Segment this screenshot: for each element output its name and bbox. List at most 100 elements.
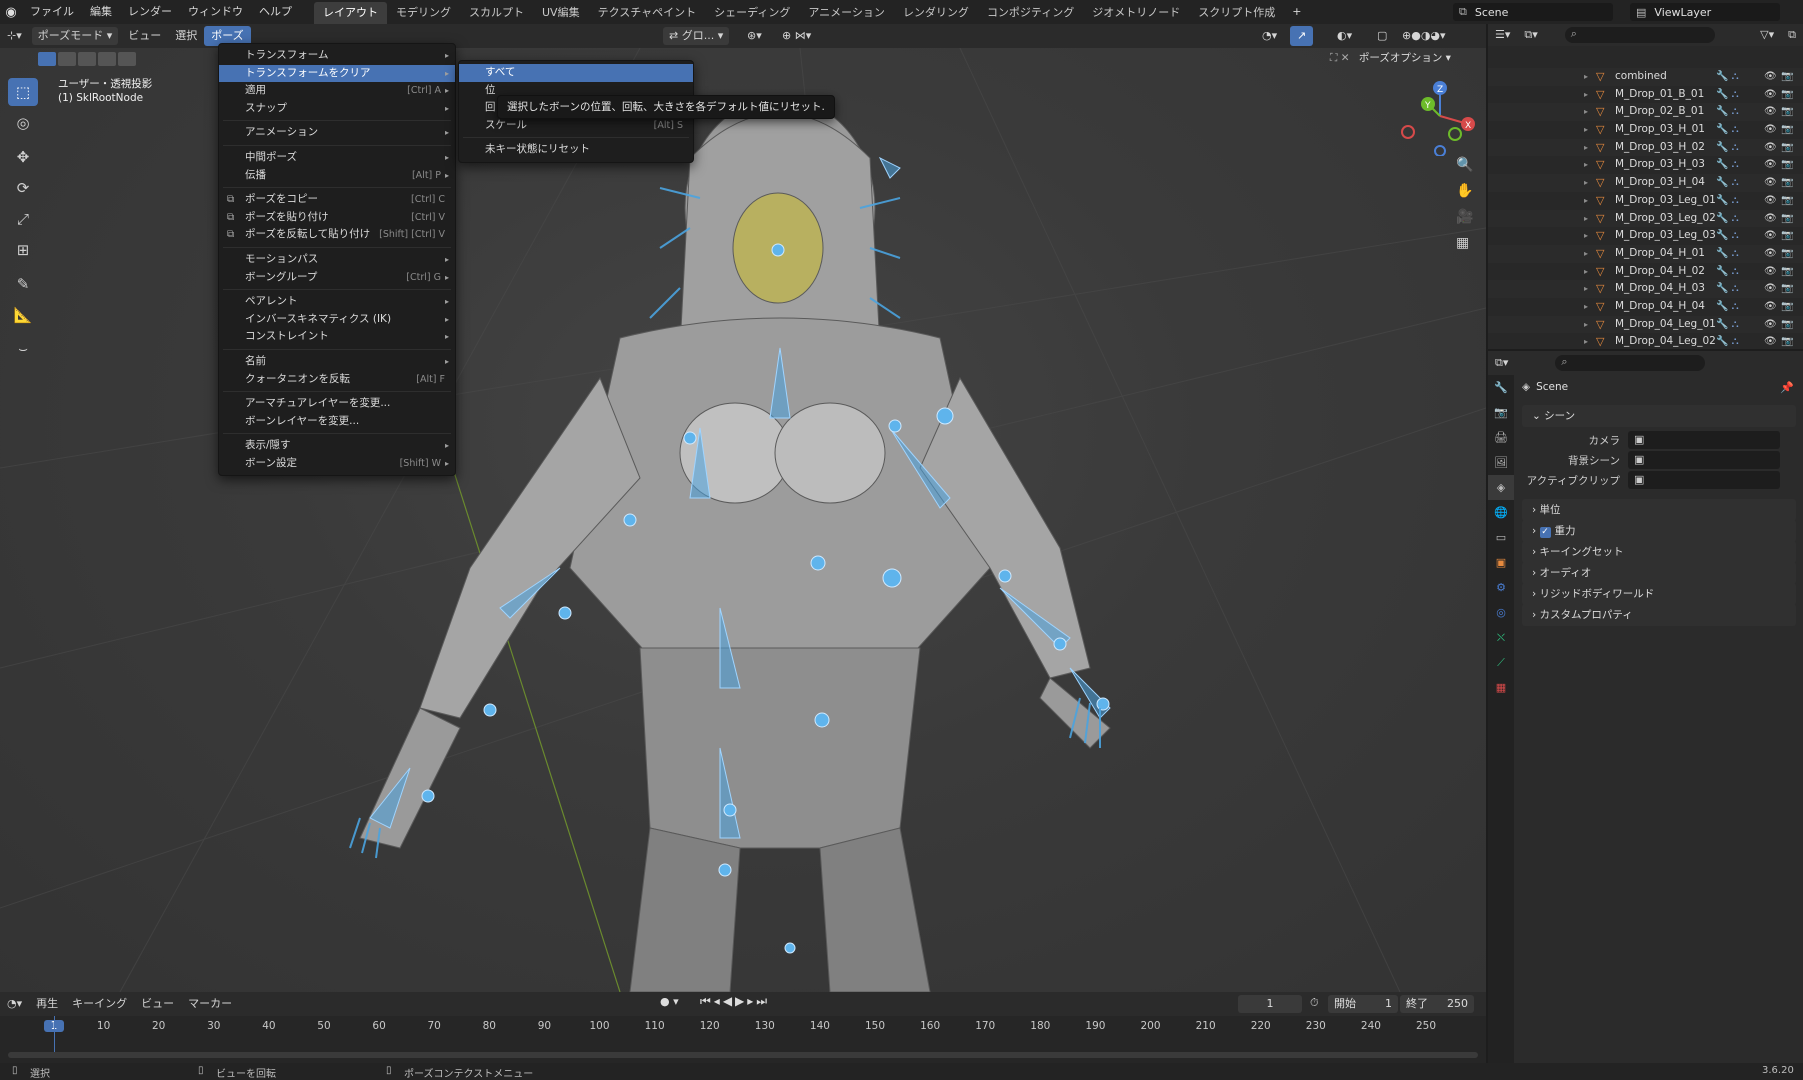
menu-0[interactable]: ファイル bbox=[22, 0, 82, 24]
expand-icon[interactable]: ▸ bbox=[1584, 333, 1588, 349]
render-camera-icon[interactable]: 📷 bbox=[1781, 121, 1793, 139]
render-tab-icon[interactable]: 📷 bbox=[1488, 400, 1514, 425]
workspace-tab-3[interactable]: UV編集 bbox=[533, 2, 589, 24]
timeline-scrollbar[interactable] bbox=[8, 1052, 1478, 1058]
rotate-tool-icon[interactable]: ⟳ bbox=[8, 174, 38, 202]
expand-icon[interactable]: ▸ bbox=[1584, 174, 1588, 192]
outliner-row[interactable]: ▸ ▽ M_Drop_03_Leg_01 🔧 ⛬ 👁 📷 bbox=[1488, 192, 1803, 210]
expand-icon[interactable]: ▸ bbox=[1584, 156, 1588, 174]
end-frame-field[interactable]: 終了 250 bbox=[1400, 995, 1474, 1013]
visibility-eye-icon[interactable]: 👁 bbox=[1764, 192, 1777, 210]
menu-item[interactable]: ⧉ ポーズをコピー [Ctrl] C bbox=[219, 191, 455, 209]
pin-icon[interactable]: 📌 bbox=[1780, 381, 1794, 394]
properties-search-input[interactable]: ⌕ bbox=[1555, 355, 1706, 371]
current-frame-field[interactable]: 1 bbox=[1238, 995, 1302, 1013]
armature-tab-icon[interactable]: ⛌ bbox=[1488, 625, 1514, 650]
modifier-icon[interactable]: 🔧 ⛬ bbox=[1716, 298, 1739, 316]
modifier-icon[interactable]: 🔧 ⛬ bbox=[1716, 156, 1739, 174]
menu-item[interactable]: アニメーション ▸ bbox=[219, 124, 455, 142]
visibility-eye-icon[interactable]: 👁 bbox=[1764, 333, 1777, 349]
snap-icon[interactable]: ⊕ ⋈▾ bbox=[775, 26, 818, 46]
pan-hand-icon[interactable]: ✋ bbox=[1456, 178, 1473, 204]
outliner-row[interactable]: ▸ ▽ M_Drop_04_H_04 🔧 ⛬ 👁 📷 bbox=[1488, 298, 1803, 316]
render-camera-icon[interactable]: 📷 bbox=[1781, 139, 1793, 157]
visibility-eye-icon[interactable]: 👁 bbox=[1764, 210, 1777, 228]
expand-icon[interactable]: ▸ bbox=[1584, 245, 1588, 263]
display-mode-icon[interactable]: ⧉▾ bbox=[1517, 25, 1544, 45]
panel-header[interactable]: › カスタムプロパティ bbox=[1522, 604, 1796, 626]
outliner-row[interactable]: ▸ ▽ M_Drop_03_H_01 🔧 ⛬ 👁 📷 bbox=[1488, 121, 1803, 139]
select-subtract-icon[interactable] bbox=[78, 52, 96, 66]
menu-item[interactable]: ボーン設定 [Shift] W ▸ bbox=[219, 455, 455, 473]
playback-controls[interactable]: ⏮◂◀▶▸⏭ bbox=[700, 994, 770, 1009]
menu-item[interactable]: トランスフォームをクリア ▸ bbox=[219, 64, 455, 83]
property-field[interactable]: ▣ bbox=[1628, 471, 1780, 489]
viewport-menu-1[interactable]: 選択 bbox=[168, 26, 204, 46]
menu-item[interactable]: 中間ポーズ ▸ bbox=[219, 149, 455, 167]
menu-item[interactable]: スナップ ▸ bbox=[219, 100, 455, 118]
outliner-row[interactable]: ▸ ▽ M_Drop_04_Leg_01 🔧 ⛬ 👁 📷 bbox=[1488, 315, 1803, 334]
timeline-menu-1[interactable]: キーイング bbox=[65, 994, 134, 1014]
expand-icon[interactable]: ▸ bbox=[1584, 298, 1588, 316]
render-camera-icon[interactable]: 📷 bbox=[1781, 210, 1793, 228]
expand-icon[interactable]: ▸ bbox=[1584, 68, 1588, 86]
transform-orientation-dropdown[interactable]: ⇄ グロ... ▾ bbox=[663, 27, 730, 45]
render-camera-icon[interactable]: 📷 bbox=[1781, 68, 1793, 86]
menu-2[interactable]: レンダー bbox=[120, 0, 180, 24]
record-icon[interactable]: ● ▾ bbox=[660, 995, 679, 1008]
render-camera-icon[interactable]: 📷 bbox=[1781, 86, 1793, 104]
outliner-row[interactable]: ▸ ▽ M_Drop_04_H_01 🔧 ⛬ 👁 📷 bbox=[1488, 244, 1803, 263]
gravity-checkbox[interactable]: ✓ bbox=[1539, 527, 1551, 538]
expand-icon[interactable]: ▸ bbox=[1584, 103, 1588, 121]
expand-icon[interactable]: ▸ bbox=[1584, 139, 1588, 157]
viewport-menu-0[interactable]: ビュー bbox=[121, 26, 168, 46]
view-layer-tab-icon[interactable]: 🖼 bbox=[1488, 450, 1514, 475]
visibility-eye-icon[interactable]: 👁 bbox=[1764, 103, 1777, 121]
modifier-tab-icon[interactable]: ⚙ bbox=[1488, 575, 1514, 600]
property-field[interactable]: ▣ bbox=[1628, 431, 1780, 449]
menu-item[interactable]: クォータニオンを反転 [Alt] F bbox=[219, 371, 455, 389]
modifier-icon[interactable]: 🔧 ⛬ bbox=[1716, 210, 1739, 228]
workspace-tab-9[interactable]: ジオメトリノード bbox=[1083, 2, 1189, 24]
render-camera-icon[interactable]: 📷 bbox=[1781, 103, 1793, 121]
menu-item[interactable]: ⧉ ポーズを反転して貼り付け [Shift] [Ctrl] V bbox=[219, 226, 455, 244]
bone-tool-icon[interactable]: ⌣ bbox=[8, 335, 38, 363]
tool-tab-icon[interactable]: 🔧 bbox=[1488, 375, 1514, 400]
blender-logo-icon[interactable]: ◉ bbox=[0, 0, 22, 24]
properties-editor-icon[interactable]: ⧉▾ bbox=[1488, 353, 1515, 373]
navigation-gizmo[interactable]: Z X Y bbox=[1395, 76, 1485, 156]
modifier-icon[interactable]: 🔧 ⛬ bbox=[1716, 103, 1739, 121]
visibility-eye-icon[interactable]: 👁 bbox=[1764, 245, 1777, 263]
outliner-row[interactable]: ▸ ▽ M_Drop_03_Leg_02 🔧 ⛬ 👁 📷 bbox=[1488, 209, 1803, 228]
move-tool-icon[interactable]: ✥ bbox=[8, 143, 38, 171]
visibility-eye-icon[interactable]: 👁 bbox=[1764, 121, 1777, 139]
visibility-eye-icon[interactable]: 👁 bbox=[1764, 316, 1777, 334]
select-intersect-icon[interactable] bbox=[118, 52, 136, 66]
xray-toggle-icon[interactable]: ▢ bbox=[1370, 26, 1394, 46]
render-camera-icon[interactable]: 📷 bbox=[1781, 316, 1793, 334]
world-tab-icon[interactable]: 🌐 bbox=[1488, 500, 1514, 525]
modifier-icon[interactable]: 🔧 ⛬ bbox=[1716, 174, 1739, 192]
expand-icon[interactable]: ▸ bbox=[1584, 121, 1588, 139]
menu-item[interactable]: スケール [Alt] S bbox=[459, 117, 693, 135]
panel-header[interactable]: › リジッドボディワールド bbox=[1522, 583, 1796, 605]
select-extend-icon[interactable] bbox=[58, 52, 76, 66]
modifier-icon[interactable]: 🔧 ⛬ bbox=[1716, 86, 1739, 104]
gizmo-toggle-icon[interactable]: ↗ bbox=[1290, 26, 1314, 46]
scene-panel-header[interactable]: ⌄ シーン bbox=[1522, 405, 1796, 427]
timeline-menu-3[interactable]: マーカー bbox=[181, 994, 239, 1014]
add-workspace-button[interactable]: + bbox=[1284, 0, 1309, 24]
panel-header[interactable]: › オーディオ bbox=[1522, 562, 1796, 584]
zoom-icon[interactable]: 🔍 bbox=[1456, 152, 1473, 178]
new-collection-icon[interactable]: ⧉ bbox=[1781, 25, 1803, 45]
menu-item[interactable]: ペアレント ▸ bbox=[219, 293, 455, 311]
menu-1[interactable]: 編集 bbox=[82, 0, 120, 24]
menu-item[interactable]: 適用 [Ctrl] A ▸ bbox=[219, 82, 455, 100]
workspace-tab-5[interactable]: シェーディング bbox=[705, 2, 799, 24]
outliner-row[interactable]: ▸ ▽ M_Drop_03_H_04 🔧 ⛬ 👁 📷 bbox=[1488, 174, 1803, 192]
modifier-icon[interactable]: 🔧 ⛬ bbox=[1716, 280, 1739, 298]
outliner-row[interactable]: ▸ ▽ M_Drop_04_H_02 🔧 ⛬ 👁 📷 bbox=[1488, 263, 1803, 281]
camera-view-icon[interactable]: 🎥 bbox=[1456, 204, 1473, 230]
outliner-editor-icon[interactable]: ☰▾ bbox=[1488, 25, 1517, 45]
modifier-icon[interactable]: 🔧 ⛬ bbox=[1716, 68, 1739, 86]
